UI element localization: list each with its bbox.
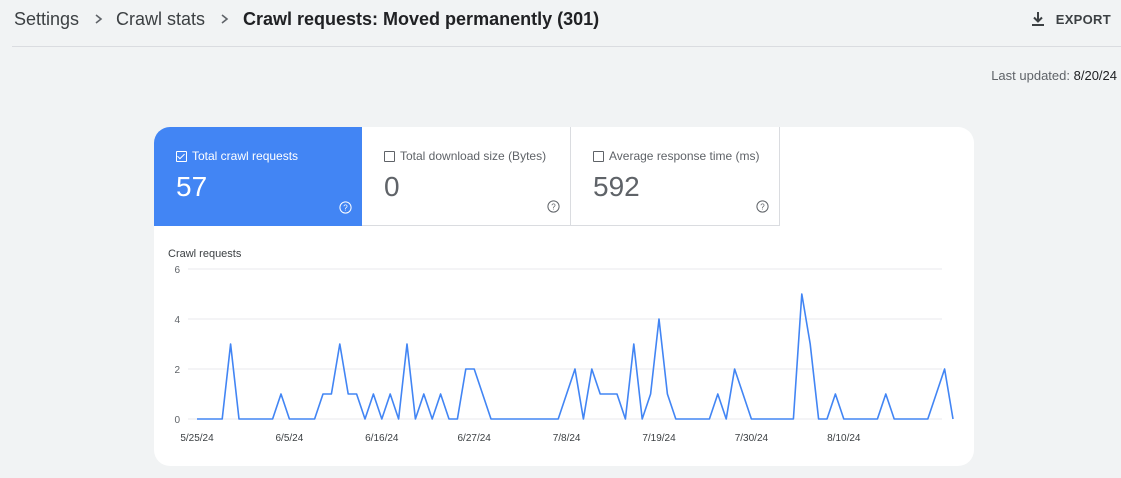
chevron-right-icon <box>95 14 103 24</box>
checkbox-unchecked-icon[interactable] <box>384 151 395 162</box>
x-tick-label: 6/5/24 <box>275 433 303 444</box>
breadcrumb-crawl-stats[interactable]: Crawl stats <box>116 9 205 30</box>
header-divider <box>12 46 1121 47</box>
metric-total-download-size[interactable]: Total download size (Bytes) 0 ? <box>362 127 571 226</box>
svg-text:?: ? <box>760 202 765 211</box>
x-tick-label: 6/27/24 <box>458 433 492 444</box>
x-tick-label: 8/10/24 <box>827 433 861 444</box>
metric-value: 0 <box>384 171 400 202</box>
chevron-right-icon <box>221 14 229 24</box>
y-tick-label: 6 <box>174 265 180 276</box>
y-tick-label: 2 <box>174 365 180 376</box>
x-tick-label: 5/25/24 <box>180 433 214 444</box>
download-icon <box>1031 12 1044 26</box>
svg-text:?: ? <box>551 202 556 211</box>
chart-svg: Crawl requests 0 2 4 6 5/25/24 6/5/24 6/16/24 6/… <box>168 248 954 444</box>
x-tick-label: 7/19/24 <box>642 433 676 444</box>
crawl-stats-card: Total crawl requests 57 ? Total download… <box>154 127 974 466</box>
chart-title: Crawl requests <box>168 248 242 260</box>
last-updated: Last updated: 8/20/24 <box>991 68 1117 83</box>
metric-label: Total crawl requests <box>192 149 299 163</box>
export-button[interactable]: EXPORT <box>1030 8 1111 30</box>
header: Settings Crawl stats Crawl requests: Mov… <box>0 0 1121 40</box>
help-icon[interactable]: ? <box>756 200 769 213</box>
last-updated-value: 8/20/24 <box>1073 68 1117 83</box>
x-tick-label: 7/8/24 <box>553 433 581 444</box>
metric-value: 592 <box>593 171 640 202</box>
metric-label: Total download size (Bytes) <box>400 149 547 163</box>
svg-text:?: ? <box>343 203 348 212</box>
export-label: EXPORT <box>1055 11 1111 27</box>
y-tick-label: 4 <box>174 315 180 326</box>
x-tick-label: 7/30/24 <box>735 433 769 444</box>
last-updated-label: Last updated: <box>991 68 1070 83</box>
y-tick-label: 0 <box>174 415 180 426</box>
page-title: Crawl requests: Moved permanently (301) <box>243 9 600 29</box>
crawl-requests-chart: Crawl requests 0 2 4 6 5/25/24 6/5/24 6/16/24 6/… <box>154 226 974 466</box>
checkbox-unchecked-icon[interactable] <box>593 151 604 162</box>
metric-total-crawl-requests[interactable]: Total crawl requests 57 ? <box>154 127 362 226</box>
x-tick-label: 6/16/24 <box>365 433 399 444</box>
breadcrumb-settings[interactable]: Settings <box>14 9 79 30</box>
help-icon[interactable]: ? <box>547 200 560 213</box>
help-icon[interactable]: ? <box>339 201 352 214</box>
metric-value: 57 <box>176 171 208 202</box>
checkbox-checked-icon[interactable] <box>176 151 187 162</box>
metric-average-response-time[interactable]: Average response time (ms) 592 ? <box>571 127 780 226</box>
metric-label: Average response time (ms) <box>609 149 760 163</box>
series-line-crawl-requests <box>197 293 954 420</box>
